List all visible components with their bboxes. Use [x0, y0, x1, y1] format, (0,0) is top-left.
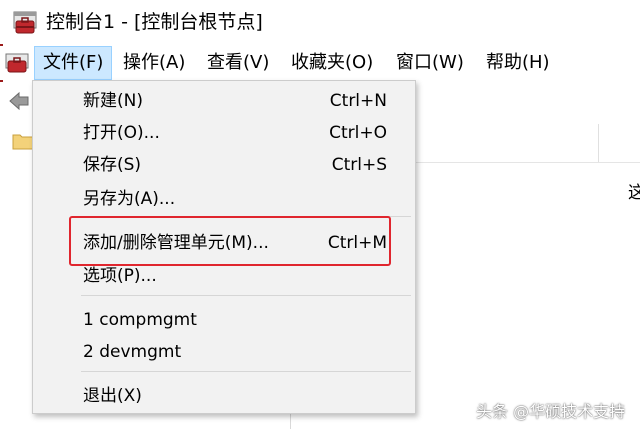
window-title: 控制台1 - [控制台根节点] — [46, 11, 263, 33]
menu-item-shortcut: Ctrl+N — [329, 91, 387, 111]
annotation-highlight-box — [69, 216, 391, 266]
menu-item-exit[interactable]: 退出(X) — [33, 380, 415, 412]
menu-separator — [81, 371, 411, 372]
menu-action[interactable]: 操作(A) — [115, 46, 193, 80]
menu-item-save[interactable]: 保存(S) Ctrl+S — [33, 149, 415, 181]
mmc-console-icon — [13, 11, 37, 34]
result-pane-text: 这 — [628, 183, 640, 203]
menu-help[interactable]: 帮助(H) — [478, 46, 558, 80]
folder-icon[interactable] — [12, 132, 34, 150]
menu-item-recent-devmgmt[interactable]: 2 devmgmt — [33, 336, 415, 368]
menu-item-label: 2 devmgmt — [83, 342, 182, 362]
menu-view[interactable]: 查看(V) — [199, 46, 277, 80]
column-divider[interactable] — [598, 124, 599, 162]
back-arrow-icon[interactable] — [8, 90, 30, 112]
menu-window[interactable]: 窗口(W) — [388, 46, 472, 80]
menu-bar: 文件(F) 操作(A) 查看(V) 收藏夹(O) 窗口(W) 帮助(H) — [0, 46, 640, 80]
menu-item-new[interactable]: 新建(N) Ctrl+N — [33, 85, 415, 117]
menu-item-open[interactable]: 打开(O)... Ctrl+O — [33, 117, 415, 149]
menu-item-label: 退出(X) — [83, 386, 142, 406]
menu-item-label: 保存(S) — [83, 155, 142, 175]
watermark-text: 头条 @华硕技术支持 — [476, 402, 626, 421]
menu-item-save-as[interactable]: 另存为(A)... — [33, 183, 415, 215]
menu-item-label: 打开(O)... — [83, 123, 160, 143]
menu-item-label: 1 compmgmt — [83, 310, 197, 330]
menu-item-recent-compmgmt[interactable]: 1 compmgmt — [33, 304, 415, 336]
menu-favorites[interactable]: 收藏夹(O) — [283, 46, 381, 80]
menu-item-shortcut: Ctrl+O — [329, 123, 387, 143]
menu-item-shortcut: Ctrl+S — [331, 155, 387, 175]
menu-file[interactable]: 文件(F) — [34, 46, 113, 80]
console-menu-icon[interactable] — [5, 52, 31, 74]
menu-separator — [81, 295, 411, 296]
title-bar: 控制台1 - [控制台根节点] — [0, 0, 640, 44]
menu-item-label: 另存为(A)... — [83, 189, 176, 209]
menu-item-label: 新建(N) — [83, 91, 143, 111]
